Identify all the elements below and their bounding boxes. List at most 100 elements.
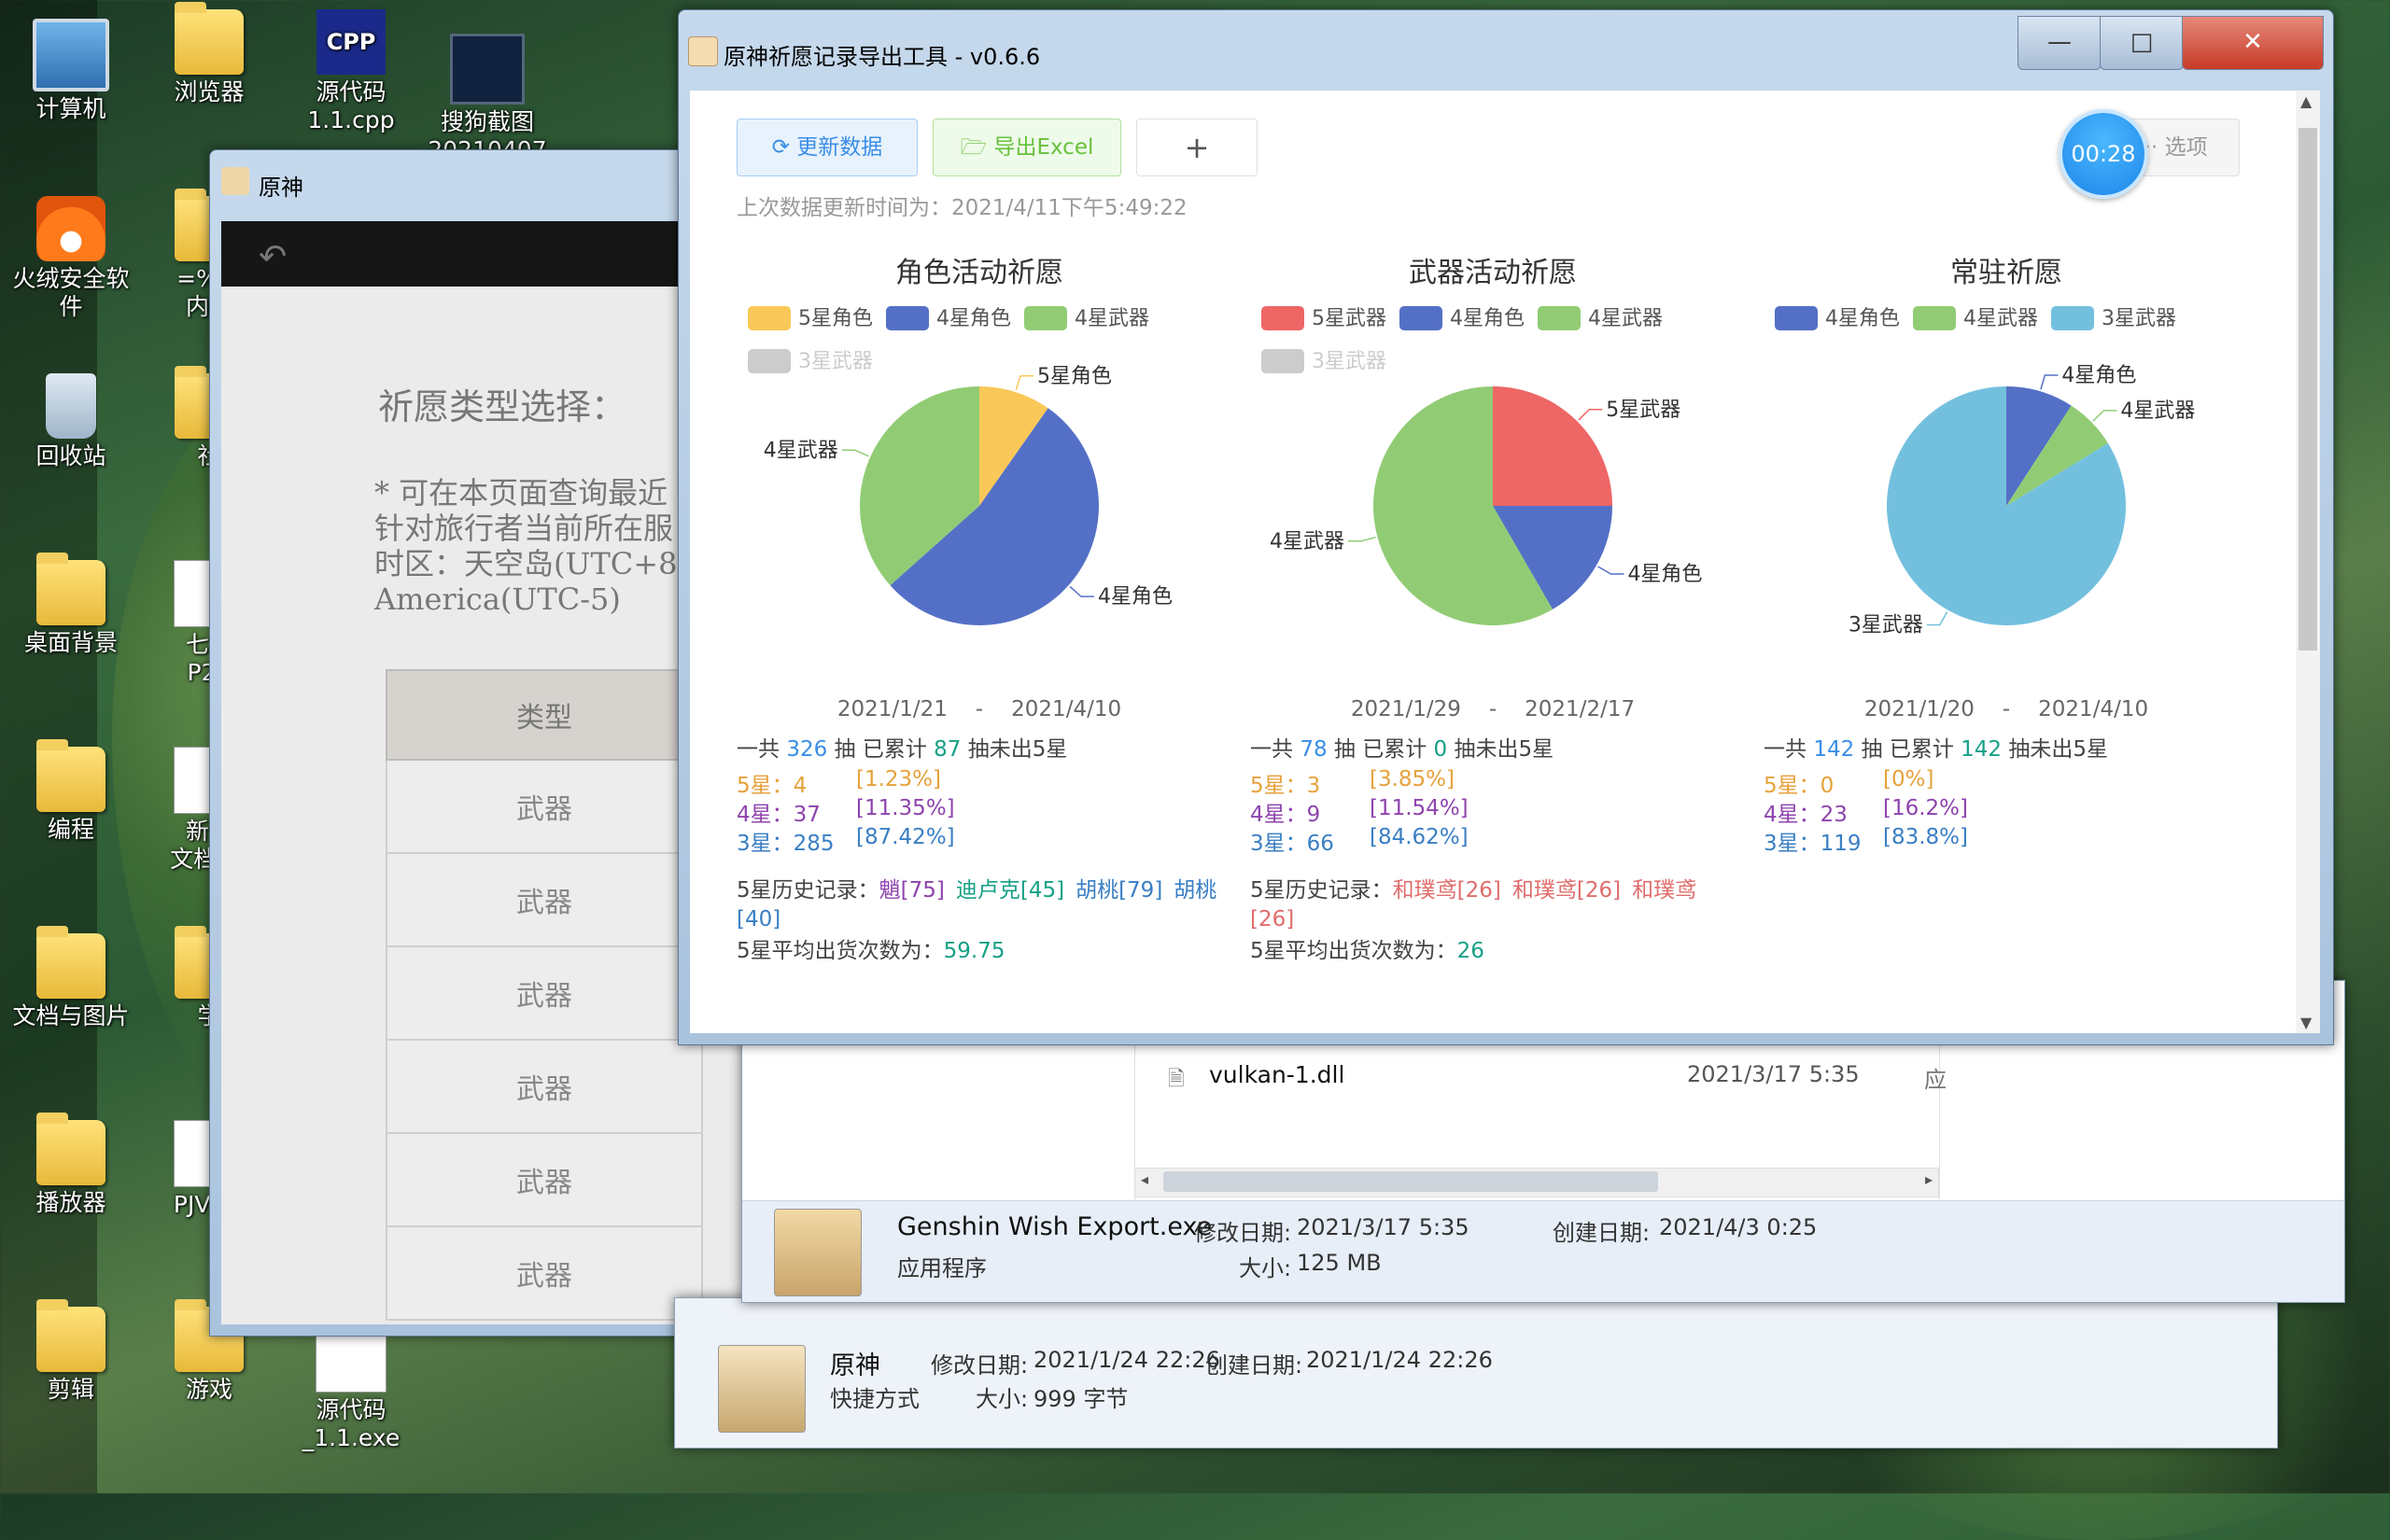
average-label: 5星平均出货次数为： <box>737 939 944 963</box>
file-row-name[interactable]: vulkan-1.dll <box>1209 1061 1344 1088</box>
exe-thumbnail <box>774 1209 862 1296</box>
detail-type: 快捷方式 <box>830 1386 920 1412</box>
dll-file-icon: 🗎 <box>1168 1068 1185 1091</box>
legend-item[interactable]: 4星武器 <box>1538 301 1663 331</box>
history-entry: 魈[75] <box>879 878 945 903</box>
close-button[interactable]: ✕ <box>2182 16 2324 70</box>
legend-swatch <box>1775 306 1818 330</box>
back-arrow-icon[interactable]: ↶ <box>259 238 287 276</box>
legend-item[interactable]: 4星角色 <box>1775 301 1900 331</box>
desktop-icon[interactable]: 回收站 <box>6 373 136 470</box>
wish-type-heading: 祈愿类型选择： <box>378 386 627 427</box>
legend-item[interactable]: 4星角色 <box>886 301 1011 331</box>
desktop-icon[interactable]: 编程 <box>6 739 136 844</box>
legend-swatch <box>1261 306 1304 330</box>
table-row[interactable]: 武器 <box>386 945 703 1041</box>
desktop-icon[interactable]: 桌面背景 <box>6 553 136 657</box>
scrollbar-thumb[interactable] <box>1163 1171 1658 1192</box>
pie-slice-label: 4星角色 <box>1098 585 1173 609</box>
table-row[interactable]: 武器 <box>386 852 703 947</box>
pie-label-line <box>1926 611 1948 626</box>
history-entry: 迪卢克[45] <box>955 878 1065 903</box>
rarity-count: 4星：9 <box>1250 803 1321 827</box>
add-button[interactable]: + <box>1136 119 1258 176</box>
minimize-button[interactable]: — <box>2017 16 2102 70</box>
pie-slice-label: 4星武器 <box>1270 530 1344 553</box>
scroll-up-icon[interactable]: ▲ <box>2300 92 2312 110</box>
desktop-icon[interactable]: 浏览器 <box>144 2 274 106</box>
desktop-icon-label: 回收站 <box>35 442 106 469</box>
maximize-button[interactable]: □ <box>2100 16 2184 70</box>
legend-item[interactable]: 3星武器 <box>2051 301 2176 331</box>
pie-slice-label: 5星角色 <box>1037 365 1112 388</box>
rarity-count: 5星：3 <box>1250 774 1321 798</box>
tool-app-icon <box>688 36 718 66</box>
rarity-count: 4星：23 <box>1764 803 1848 827</box>
vertical-scrollbar[interactable]: ▲ ▼ <box>2296 91 2320 1033</box>
detail-created: 2021/4/3 0:25 <box>1659 1214 1818 1240</box>
rarity-count: 3星：119 <box>1764 832 1862 856</box>
pie-label-line <box>1597 566 1624 575</box>
table-cell-type: 武器 <box>386 1132 703 1227</box>
legend-label: 5星角色 <box>798 307 873 330</box>
recording-timer[interactable]: 00:28 <box>2059 109 2148 199</box>
desktop-icon[interactable]: 火绒安全软件 <box>6 196 136 321</box>
table-cell-type: 武器 <box>386 1039 703 1134</box>
legend-swatch <box>886 306 929 330</box>
vertical-scrollbar-thumb[interactable] <box>2299 128 2317 651</box>
detail-modified: 2021/3/17 5:35 <box>1297 1214 1469 1240</box>
scroll-down-icon[interactable]: ▼ <box>2300 1014 2312 1031</box>
desktop-icon[interactable]: 剪辑 <box>6 1299 136 1404</box>
pie-slice[interactable] <box>1493 386 1612 506</box>
table-row[interactable]: 武器 <box>386 1132 703 1227</box>
date-separator: - <box>1488 697 1497 721</box>
refresh-data-button[interactable]: ⟳ 更新数据 <box>737 119 918 176</box>
desktop-icon[interactable]: 文档与图片 <box>6 926 136 1030</box>
detail-type: 应用程序 <box>897 1255 987 1281</box>
legend-item[interactable]: 4星武器 <box>1913 301 2038 331</box>
legend-item[interactable]: 5星武器 <box>1261 301 1386 331</box>
summary-prefix: 一共 <box>1250 737 1293 762</box>
total-pulls: 142 <box>1813 737 1855 762</box>
pity-count: 0 <box>1433 737 1448 762</box>
pie-chart: 5星角色 4星角色 4星武器 <box>764 365 1173 625</box>
pie-label-line <box>2092 410 2117 422</box>
legend-item[interactable]: 5星角色 <box>748 301 873 331</box>
desktop-icon[interactable]: 源代码 _1.1.exe <box>286 1325 416 1452</box>
table-row[interactable]: 武器 <box>386 1225 703 1321</box>
rarity-stat: 3星：66 [84.62%] <box>1250 825 1469 857</box>
monitor-icon <box>33 19 109 91</box>
explorer-window-shortcut[interactable]: 原神 快捷方式 修改日期: 2021/1/24 22:26 创建日期: 2021… <box>674 1297 2278 1449</box>
desktop-icon[interactable]: 计算机 <box>6 19 136 123</box>
history-entry: 和璞鸢[26] <box>1511 878 1622 903</box>
file-row-extra: 应 <box>1924 1067 1947 1093</box>
wish-tool-window[interactable]: 原神祈愿记录导出工具 - v0.6.6 — □ ✕ ⟳ 更新数据 🗁 导出Exc… <box>678 9 2334 1045</box>
folder-icon <box>36 739 105 812</box>
table-row[interactable]: 武器 <box>386 1039 703 1134</box>
desktop-icon[interactable]: 播放器 <box>6 1113 136 1217</box>
chart-legend: 4星角色 4星武器 3星武器 <box>1775 301 2260 344</box>
history-entry: 胡桃[79] <box>1076 878 1163 903</box>
rarity-percent: [3.85%] <box>1370 767 1455 791</box>
desktop-icon-label: 剪辑 <box>47 1376 94 1403</box>
scroll-right-icon[interactable]: ▸ <box>1925 1170 1933 1188</box>
date-start: 2021/1/21 <box>836 697 948 721</box>
summary-suffix: 抽未出5星 <box>2008 737 2109 762</box>
table-row[interactable]: 武器 <box>386 759 703 854</box>
desktop-icon-label: 播放器 <box>35 1189 106 1216</box>
pool-date-range: 2021/1/20 - 2021/4/10 <box>1764 697 2249 721</box>
scroll-left-icon[interactable]: ◂ <box>1141 1170 1148 1188</box>
legend-item[interactable]: 4星武器 <box>1024 301 1149 331</box>
desktop-icon[interactable]: CPP 源代码 1.1.cpp <box>286 9 416 134</box>
legend-item[interactable]: 4星角色 <box>1399 301 1525 331</box>
legend-swatch <box>1913 306 1956 330</box>
table-cell-type: 武器 <box>386 945 703 1041</box>
rarity-stat: 5星：4 [1.23%] <box>737 767 941 799</box>
summary-prefix: 一共 <box>1764 737 1807 762</box>
horizontal-scrollbar[interactable]: ◂ ▸ <box>1134 1168 1939 1197</box>
summary-suffix: 抽未出5星 <box>1454 737 1554 762</box>
legend-swatch <box>2051 306 2094 330</box>
legend-swatch <box>1538 306 1581 330</box>
export-excel-button[interactable]: 🗁 导出Excel <box>933 119 1121 176</box>
desktop-icon[interactable]: 搜狗截图 20210407 <box>422 34 553 164</box>
